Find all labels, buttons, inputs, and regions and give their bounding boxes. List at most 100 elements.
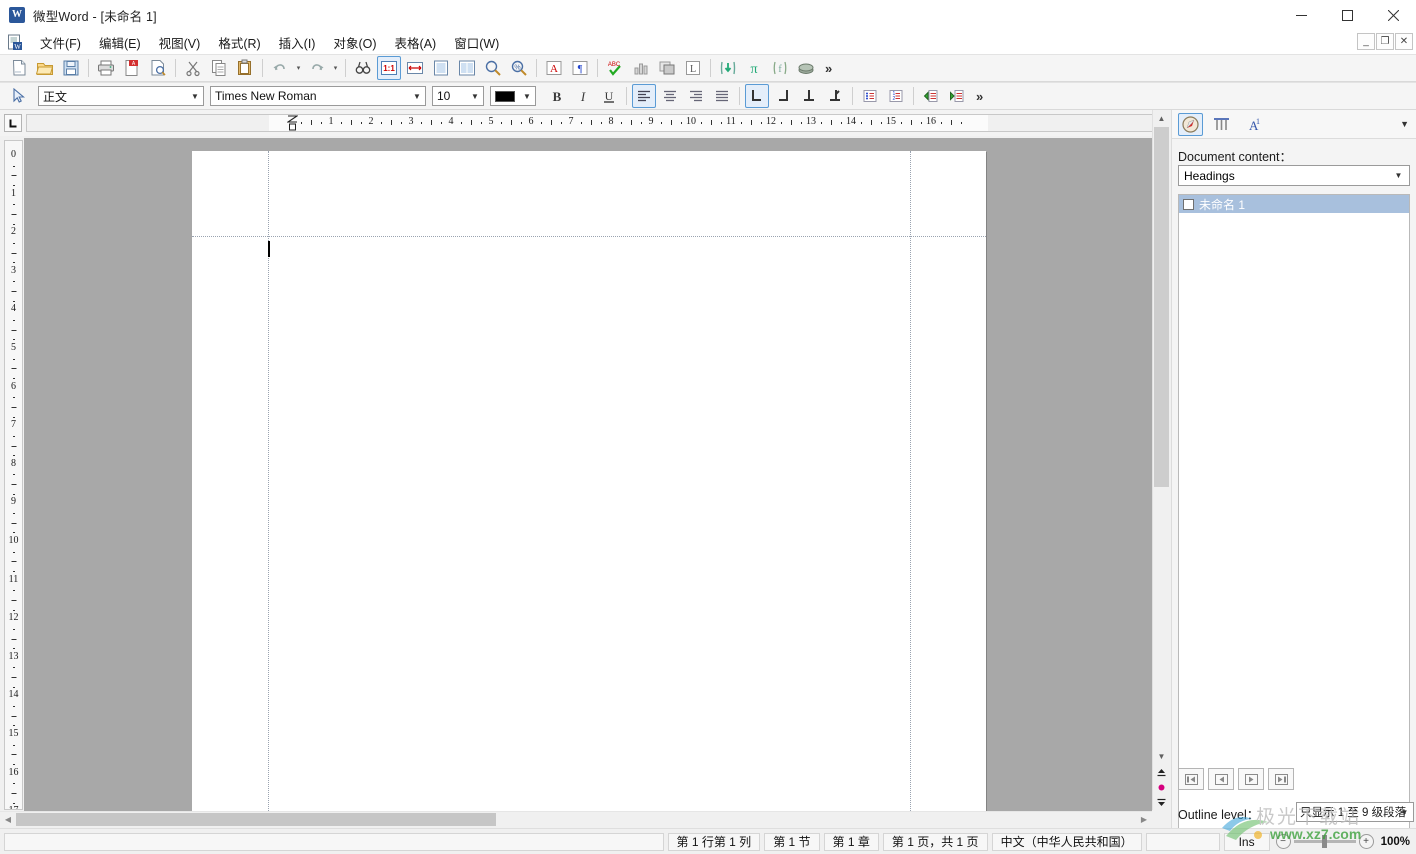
chevron-down-icon[interactable]: ▼	[467, 87, 483, 105]
list-item-checkbox[interactable]	[1183, 199, 1194, 210]
document-content-combo[interactable]: Headings ▼	[1178, 165, 1410, 186]
insert-field-icon[interactable]	[716, 56, 740, 80]
scroll-left-button[interactable]: ◀	[0, 812, 16, 827]
paste-icon[interactable]	[233, 56, 257, 80]
status-line-column[interactable]: 第 1 行第 1 列	[668, 833, 761, 851]
styles-icon[interactable]: A1	[1240, 113, 1265, 136]
font-size-combo[interactable]: 10 ▼	[432, 86, 484, 106]
underline-icon[interactable]: U	[597, 84, 621, 108]
scroll-right-button[interactable]: ▶	[1136, 812, 1152, 827]
zoom-in-icon[interactable]	[481, 56, 505, 80]
zoom-slider-knob[interactable]	[1322, 835, 1327, 848]
tab-stop-left-icon[interactable]	[4, 114, 22, 132]
chevron-down-icon[interactable]: ▼	[409, 87, 425, 105]
export-pdf-icon[interactable]: A	[120, 56, 144, 80]
scroll-up-button[interactable]: ▲	[1153, 110, 1170, 127]
menu-window[interactable]: 窗口(W)	[445, 30, 508, 55]
print-icon[interactable]	[94, 56, 118, 80]
mdi-minimize-button[interactable]: _	[1357, 33, 1375, 50]
vertical-scroll-track[interactable]	[1153, 127, 1170, 750]
font-family-combo[interactable]: Times New Roman ▼	[210, 86, 426, 106]
chevron-down-icon[interactable]: ▼	[1389, 167, 1408, 184]
menu-edit[interactable]: 编辑(E)	[90, 30, 150, 55]
valign-middle-icon[interactable]	[771, 84, 795, 108]
text-box-icon[interactable]: A	[542, 56, 566, 80]
menu-file[interactable]: 文件(F)	[31, 30, 90, 55]
redo-icon[interactable]	[305, 56, 329, 80]
open-folder-icon[interactable]	[33, 56, 57, 80]
document-window-icon[interactable]: W	[7, 34, 24, 51]
document-page[interactable]	[192, 151, 986, 811]
bullet-list-icon[interactable]	[858, 84, 882, 108]
previous-object-button[interactable]	[1153, 765, 1170, 780]
next-object-button[interactable]	[1153, 795, 1170, 810]
package-icon[interactable]	[794, 56, 818, 80]
increase-indent-icon[interactable]	[945, 84, 969, 108]
chevron-down-icon[interactable]: ▼	[519, 87, 535, 105]
indent-marker-left[interactable]	[287, 115, 298, 132]
paragraph-marks-icon[interactable]: ¶	[568, 56, 592, 80]
valign-top-icon[interactable]	[745, 84, 769, 108]
function-icon[interactable]: f	[768, 56, 792, 80]
vertical-scrollbar[interactable]: ▲ ▼	[1152, 110, 1169, 810]
find-binoculars-icon[interactable]	[351, 56, 375, 80]
mdi-close-button[interactable]: ✕	[1395, 33, 1413, 50]
panel-menu-chevron-down-icon[interactable]: ▼	[1400, 119, 1409, 129]
font-color-combo[interactable]: ▼	[490, 86, 536, 106]
horizontal-scrollbar[interactable]: ◀ ▶	[0, 811, 1152, 827]
previous-icon[interactable]	[1208, 768, 1234, 790]
scroll-down-button[interactable]: ▼	[1153, 748, 1170, 765]
fit-width-icon[interactable]	[403, 56, 427, 80]
bold-icon[interactable]: B	[545, 84, 569, 108]
one-page-icon[interactable]	[429, 56, 453, 80]
two-pages-icon[interactable]	[455, 56, 479, 80]
navigator-compass-icon[interactable]	[1178, 113, 1203, 136]
status-insert-mode[interactable]: Ins	[1224, 833, 1270, 851]
cursor-arrow-icon[interactable]	[7, 84, 31, 108]
columns-icon[interactable]	[1209, 113, 1234, 136]
status-chapter[interactable]: 第 1 章	[824, 833, 879, 851]
indent-marker-right[interactable]	[930, 123, 940, 130]
valign-baseline-icon[interactable]	[823, 84, 847, 108]
cut-scissors-icon[interactable]	[181, 56, 205, 80]
align-right-icon[interactable]	[684, 84, 708, 108]
horizontal-ruler[interactable]: 12345678910111213141516	[26, 114, 1160, 132]
vertical-ruler[interactable]: 01234567891011121314151617	[4, 140, 23, 810]
zoom-100-icon[interactable]: 1:1	[377, 56, 401, 80]
new-document-icon[interactable]	[7, 56, 31, 80]
pi-formula-icon[interactable]: π	[742, 56, 766, 80]
decrease-indent-icon[interactable]	[919, 84, 943, 108]
image-object-icon[interactable]	[655, 56, 679, 80]
undo-icon[interactable]	[268, 56, 292, 80]
print-preview-icon[interactable]	[146, 56, 170, 80]
horizontal-scroll-thumb[interactable]	[16, 813, 496, 826]
zoom-slider[interactable]	[1294, 840, 1356, 843]
chart-icon[interactable]	[629, 56, 653, 80]
close-button[interactable]	[1370, 0, 1416, 30]
menu-view[interactable]: 视图(V)	[150, 30, 210, 55]
next-icon[interactable]	[1238, 768, 1264, 790]
save-icon[interactable]	[59, 56, 83, 80]
redo-dropdown-arrow[interactable]: ▾	[330, 57, 341, 79]
menu-insert[interactable]: 插入(I)	[270, 30, 325, 55]
copy-icon[interactable]	[207, 56, 231, 80]
zoom-in-button[interactable]: +	[1359, 834, 1374, 849]
standard-toolbar-overflow[interactable]: »	[825, 61, 832, 76]
valign-bottom-icon[interactable]	[797, 84, 821, 108]
first-page-icon[interactable]	[1178, 768, 1204, 790]
navigator-list[interactable]: 未命名 1	[1178, 194, 1410, 854]
outline-level-combo[interactable]: 只显示 1 至 9 级段落 ▼	[1296, 802, 1414, 822]
menu-format[interactable]: 格式(R)	[209, 30, 269, 55]
align-center-icon[interactable]	[658, 84, 682, 108]
status-page[interactable]: 第 1 页，共 1 页	[883, 833, 988, 851]
menu-table[interactable]: 表格(A)	[386, 30, 446, 55]
list-item[interactable]: 未命名 1	[1179, 195, 1409, 213]
formatting-toolbar-overflow[interactable]: »	[976, 89, 983, 104]
chevron-down-icon[interactable]: ▼	[1397, 804, 1412, 820]
last-page-icon[interactable]	[1268, 768, 1294, 790]
undo-dropdown-arrow[interactable]: ▾	[293, 57, 304, 79]
paragraph-style-combo[interactable]: 正文 ▼	[38, 86, 204, 106]
align-justify-icon[interactable]	[710, 84, 734, 108]
chevron-down-icon[interactable]: ▼	[187, 87, 203, 105]
menu-object[interactable]: 对象(O)	[324, 30, 385, 55]
